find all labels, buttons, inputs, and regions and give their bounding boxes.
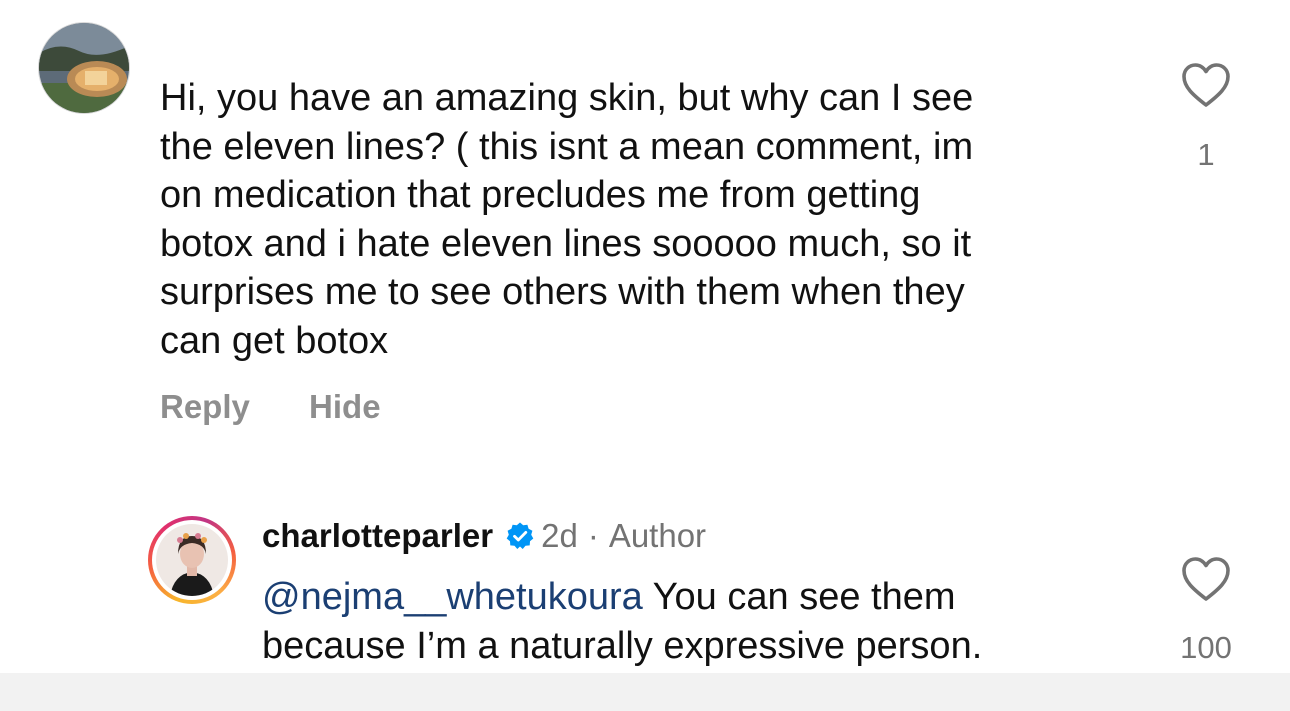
profile-photo-icon bbox=[156, 524, 228, 596]
comment-avatar[interactable] bbox=[38, 22, 130, 114]
comment-text: Hi, you have an amazing skin, but why ca… bbox=[160, 77, 974, 362]
profile-photo-icon bbox=[39, 23, 129, 113]
author-badge: Author bbox=[608, 517, 707, 554]
username-link[interactable]: charlotteparler bbox=[262, 517, 493, 555]
verified-badge-icon bbox=[505, 521, 535, 551]
bottom-input-bar bbox=[0, 673, 1290, 711]
mention-link[interactable]: @nejma__whetukoura bbox=[262, 576, 643, 618]
story-ring-avatar[interactable] bbox=[148, 516, 236, 604]
comment-actions: Reply Hide bbox=[160, 388, 431, 426]
like-count: 1 bbox=[1197, 137, 1215, 172]
like-count: 100 bbox=[1180, 630, 1232, 665]
comment-timestamp: 2d bbox=[541, 517, 578, 554]
like-heart-icon[interactable] bbox=[1181, 556, 1231, 602]
like-heart-icon[interactable] bbox=[1181, 62, 1231, 108]
separator-dot: · bbox=[587, 517, 599, 554]
hide-button[interactable]: Hide bbox=[309, 388, 381, 426]
reply-button[interactable]: Reply bbox=[160, 388, 250, 426]
reply-text: @nejma__whetukoura You can see them becau… bbox=[262, 576, 983, 667]
comment-header: charlotteparler 2d · Author bbox=[262, 517, 706, 555]
